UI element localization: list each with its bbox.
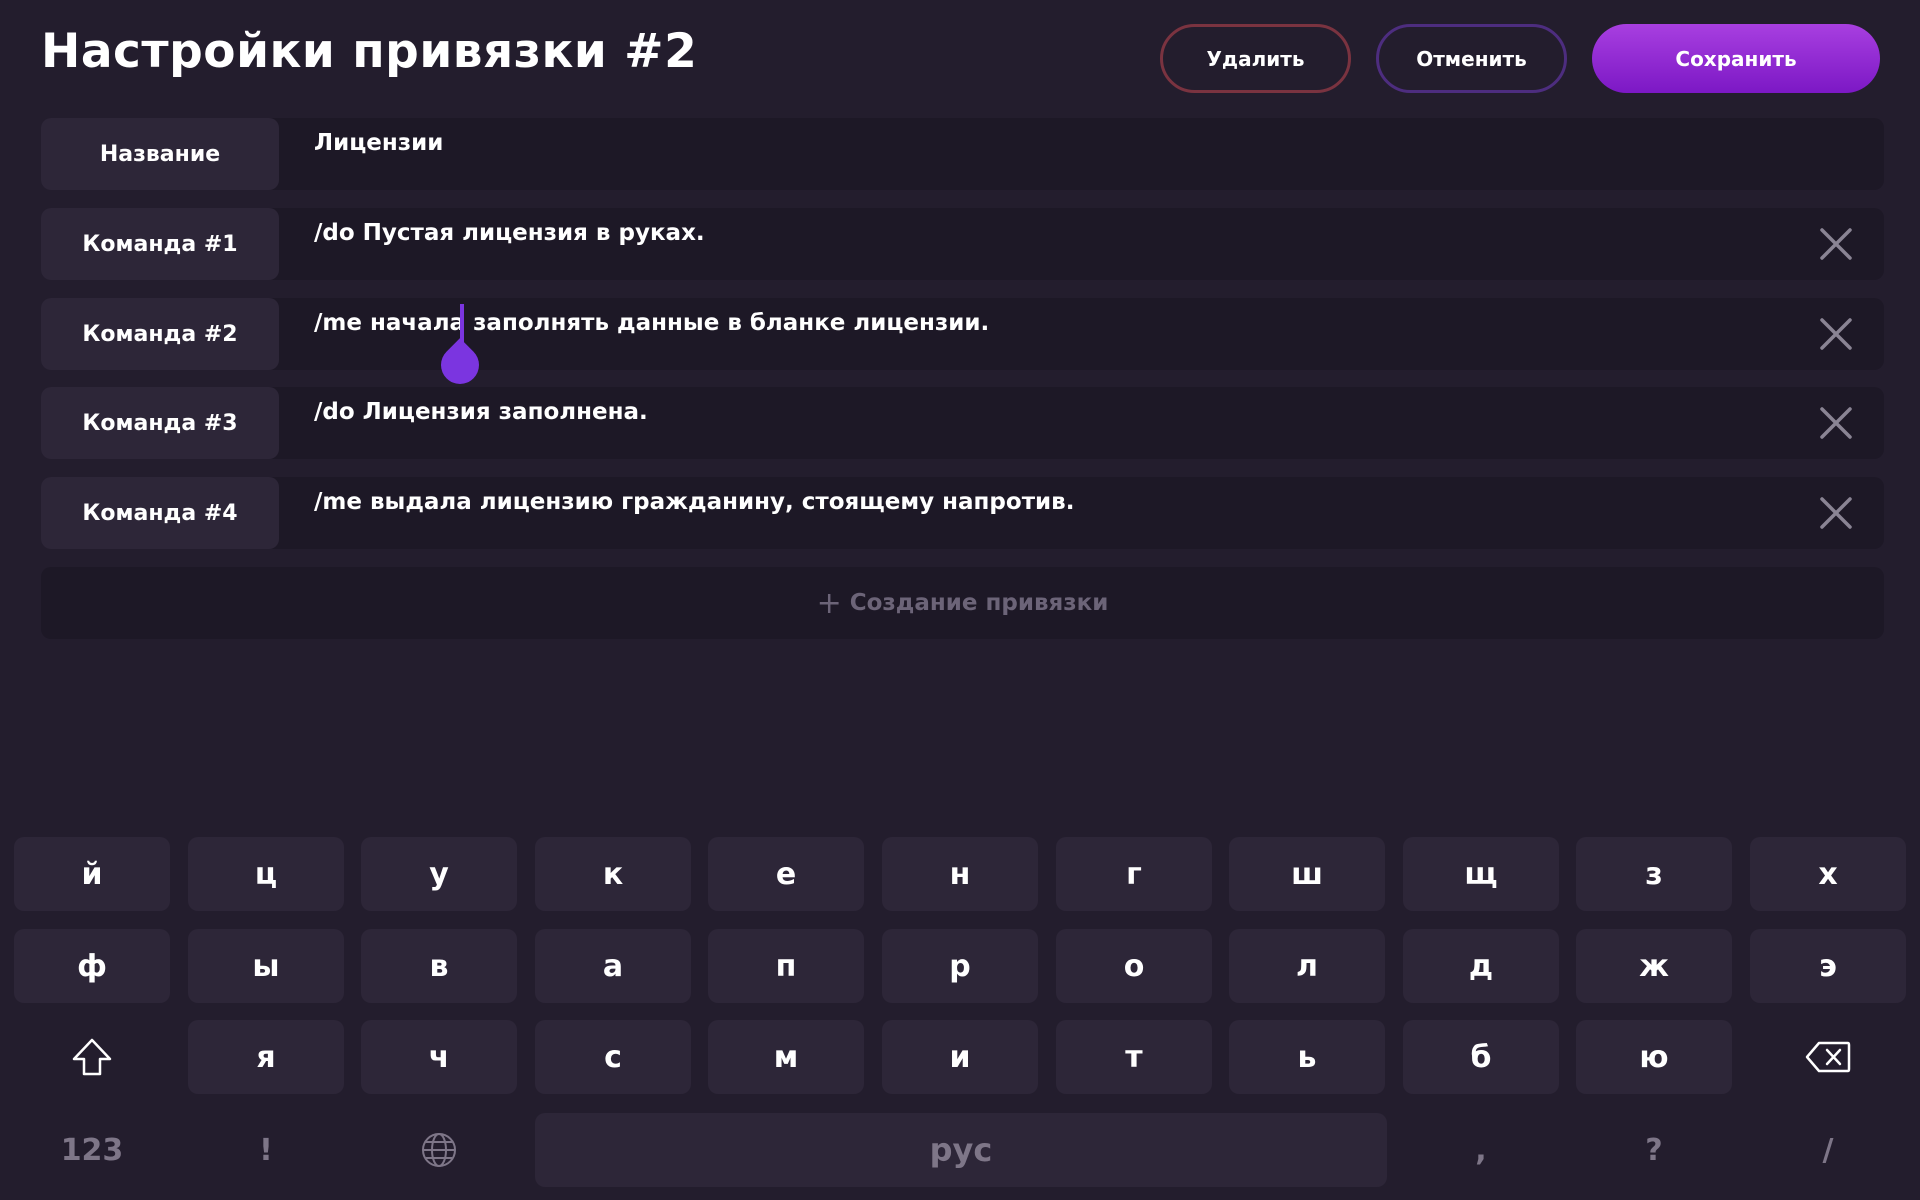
key-ь[interactable]: ь	[1229, 1020, 1385, 1094]
backspace-key[interactable]	[1750, 1020, 1906, 1094]
close-icon[interactable]	[1818, 226, 1854, 262]
plus-icon: +	[816, 585, 842, 621]
command-label-1: Команда #1	[41, 208, 279, 280]
globe-icon	[422, 1133, 456, 1167]
key-с[interactable]: с	[535, 1020, 691, 1094]
key-й[interactable]: й	[14, 837, 170, 911]
key-о[interactable]: о	[1056, 929, 1212, 1003]
key-э[interactable]: э	[1750, 929, 1906, 1003]
cancel-button[interactable]: Отменить	[1376, 24, 1567, 93]
command-input-4[interactable]: /me выдала лицензию гражданину, стоящему…	[314, 489, 1074, 515]
language-key[interactable]	[361, 1113, 517, 1187]
key-ы[interactable]: ы	[188, 929, 344, 1003]
key-ш[interactable]: ш	[1229, 837, 1385, 911]
key-м[interactable]: м	[708, 1020, 864, 1094]
key-щ[interactable]: щ	[1403, 837, 1559, 911]
name-row: Название Лицензии	[41, 118, 1884, 190]
command-label-4: Команда #4	[41, 477, 279, 549]
key-ж[interactable]: ж	[1576, 929, 1732, 1003]
key-ф[interactable]: ф	[14, 929, 170, 1003]
key-з[interactable]: з	[1576, 837, 1732, 911]
comma-key[interactable]: ,	[1403, 1113, 1559, 1187]
exclamation-key[interactable]: !	[188, 1113, 344, 1187]
save-button[interactable]: Сохранить	[1592, 24, 1880, 93]
key-ч[interactable]: ч	[361, 1020, 517, 1094]
key-п[interactable]: п	[708, 929, 864, 1003]
key-л[interactable]: л	[1229, 929, 1385, 1003]
name-input[interactable]: Лицензии	[314, 130, 443, 156]
key-а[interactable]: а	[535, 929, 691, 1003]
command-label-2: Команда #2	[41, 298, 279, 370]
delete-button[interactable]: Удалить	[1160, 24, 1351, 93]
add-binding-label: Создание привязки	[849, 590, 1109, 616]
name-label: Название	[41, 118, 279, 190]
key-р[interactable]: р	[882, 929, 1038, 1003]
shift-key[interactable]	[14, 1020, 170, 1094]
key-ю[interactable]: ю	[1576, 1020, 1732, 1094]
key-ц[interactable]: ц	[188, 837, 344, 911]
space-key[interactable]: рус	[535, 1113, 1387, 1187]
command-row-3: Команда #3 /do Лицензия заполнена.	[41, 387, 1884, 459]
key-д[interactable]: д	[1403, 929, 1559, 1003]
command-row-1: Команда #1 /do Пустая лицензия в руках.	[41, 208, 1884, 280]
slash-key[interactable]: /	[1750, 1113, 1906, 1187]
key-н[interactable]: н	[882, 837, 1038, 911]
question-key[interactable]: ?	[1576, 1113, 1732, 1187]
close-icon[interactable]	[1818, 495, 1854, 531]
command-row-2: Команда #2 /me начала заполнять данные в…	[41, 298, 1884, 370]
key-б[interactable]: б	[1403, 1020, 1559, 1094]
key-т[interactable]: т	[1056, 1020, 1212, 1094]
close-icon[interactable]	[1818, 405, 1854, 441]
command-input-3[interactable]: /do Лицензия заполнена.	[314, 399, 648, 425]
key-г[interactable]: г	[1056, 837, 1212, 911]
command-row-4: Команда #4 /me выдала лицензию гражданин…	[41, 477, 1884, 549]
command-label-3: Команда #3	[41, 387, 279, 459]
shift-icon	[72, 1038, 112, 1076]
close-icon[interactable]	[1818, 316, 1854, 352]
command-input-1[interactable]: /do Пустая лицензия в руках.	[314, 220, 705, 246]
command-input-2[interactable]: /me начала заполнять данные в бланке лиц…	[314, 310, 989, 336]
key-я[interactable]: я	[188, 1020, 344, 1094]
key-к[interactable]: к	[535, 837, 691, 911]
key-х[interactable]: х	[1750, 837, 1906, 911]
numbers-key[interactable]: 123	[14, 1113, 170, 1187]
key-в[interactable]: в	[361, 929, 517, 1003]
key-и[interactable]: и	[882, 1020, 1038, 1094]
page-title: Настройки привязки #2	[41, 24, 698, 79]
key-у[interactable]: у	[361, 837, 517, 911]
backspace-icon	[1805, 1041, 1851, 1073]
key-е[interactable]: е	[708, 837, 864, 911]
add-binding-button[interactable]: + Создание привязки	[41, 567, 1884, 639]
